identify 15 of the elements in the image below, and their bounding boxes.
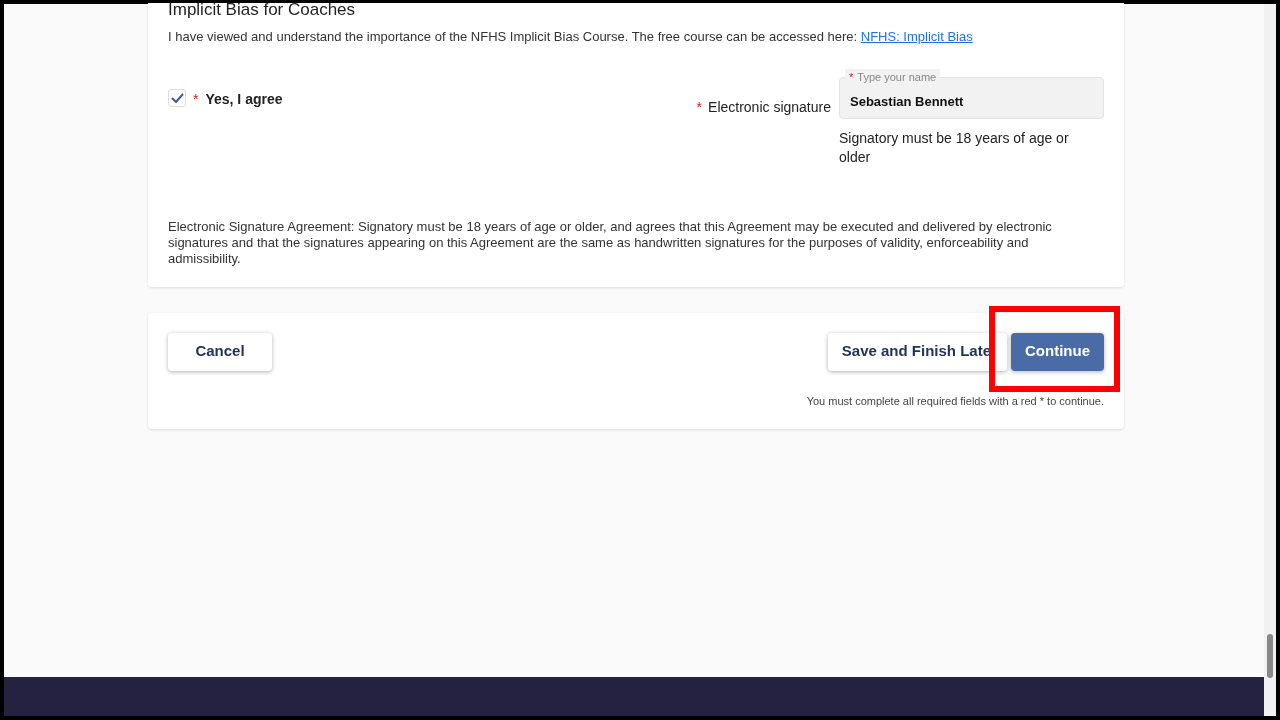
signature-label: Electronic signature <box>708 97 831 117</box>
save-button[interactable]: Save and Finish Late <box>827 332 1007 371</box>
required-note: You must complete all required fields with a red * to continue. <box>805 393 1104 409</box>
course-link[interactable]: NFHS: Implicit Bias <box>860 29 973 44</box>
cancel-button[interactable]: Cancel <box>168 332 272 371</box>
continue-button[interactable]: Continue <box>1011 332 1104 371</box>
section-title: Implicit Bias for Coaches <box>168 3 357 17</box>
agree-checkbox[interactable] <box>168 88 186 107</box>
signature-help-text: Signatory must be 18 years of age or older <box>839 128 1070 167</box>
agreement-text: Electronic Signature Agreement: Signatory must be 18 years of age or older, and agrees that this Agreement may be executed and delivered by electronic signatures and that the signatures appearing on this Agreement are the same as handwritten signatures for the purposes of validity, enforceability and admissibility. <box>168 218 1053 267</box>
required-asterisk: * <box>696 97 703 117</box>
check-icon <box>170 92 184 103</box>
required-asterisk: * <box>193 89 199 109</box>
section-description: I have viewed and understand the importance of the NFHS Implicit Bias Course. The free course can be accessed here: NFHS: Implicit Bias <box>168 28 974 46</box>
agree-label: Yes, I agree <box>205 89 283 109</box>
